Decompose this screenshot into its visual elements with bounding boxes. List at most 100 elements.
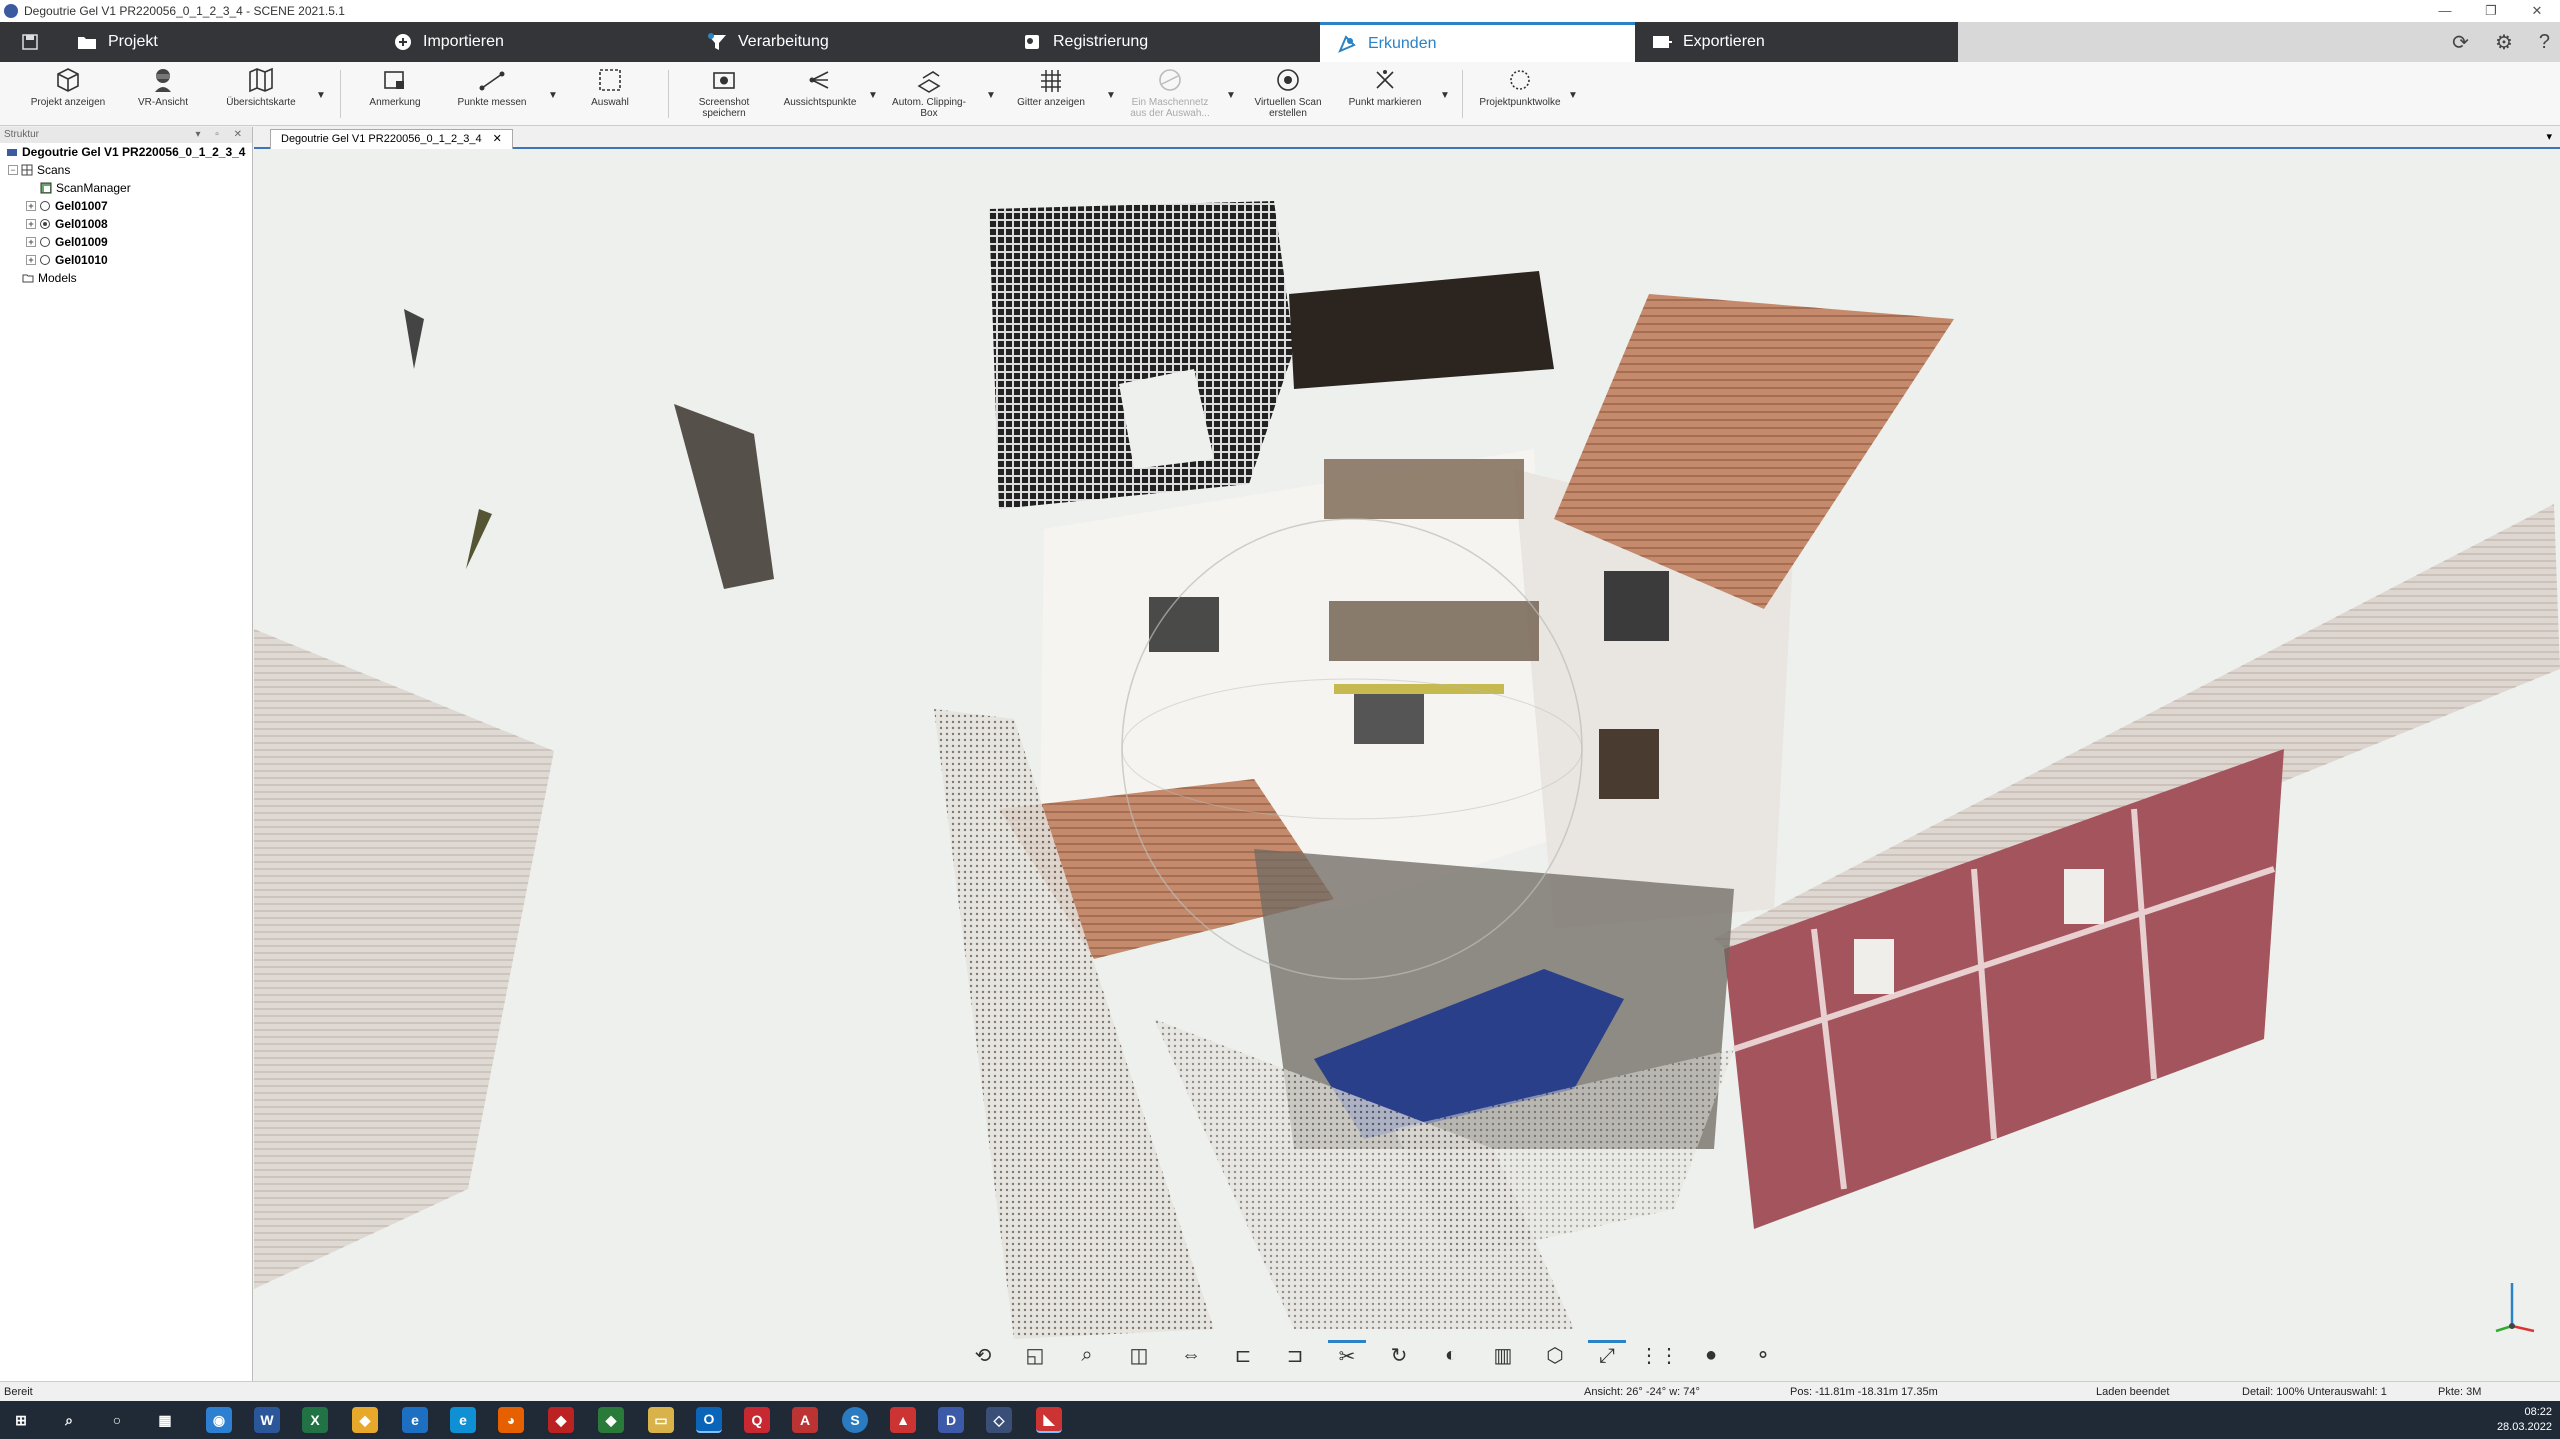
projektpunktwolke-dropdown[interactable]: ▼: [1568, 90, 1578, 101]
excel-icon[interactable]: X: [302, 1407, 328, 1433]
scene-taskbar-icon[interactable]: ◣: [1036, 1407, 1062, 1433]
file-explorer-icon[interactable]: ▭: [648, 1407, 674, 1433]
edge-icon[interactable]: e: [450, 1407, 476, 1433]
maschennetz-button[interactable]: Ein Maschennetz aus der Auswah...: [1124, 66, 1216, 119]
word-icon[interactable]: W: [254, 1407, 280, 1433]
screenshot-speichern-button[interactable]: Screenshot speichern: [684, 66, 764, 119]
rotate-view-icon[interactable]: ↻: [1380, 1340, 1418, 1370]
anmerkung-button[interactable]: Anmerkung: [360, 66, 430, 108]
firefox-icon[interactable]: ◕: [498, 1407, 524, 1433]
virtual-scan-icon: [1277, 69, 1299, 91]
expand-toggle[interactable]: +: [26, 219, 36, 229]
grid-points-icon[interactable]: ⋮⋮: [1639, 1340, 1679, 1370]
tree-root[interactable]: Degoutrie Gel V1 PR220056_0_1_2_3_4: [0, 143, 252, 161]
projektpunktwolke-button[interactable]: Projektpunktwolke: [1472, 66, 1568, 108]
quick-save-button[interactable]: [0, 22, 60, 62]
point-cloud-scene[interactable]: [254, 149, 2560, 1381]
point-cloud-viewport[interactable]: ⟲ ◱ ⌕ ◫ ⇔ ⊏ ⊐ ✂ ↻ ◐ ▥ ⬡ ⤢ ⋮⋮ ● ⚬: [254, 149, 2560, 1381]
clipping-box-button[interactable]: Autom. Clipping- Box: [886, 66, 972, 119]
clipping-icon[interactable]: ✂: [1328, 1340, 1366, 1370]
clipping-box-dropdown[interactable]: ▼: [986, 90, 996, 101]
uebersichtskarte-dropdown[interactable]: ▼: [316, 90, 326, 101]
document-tab[interactable]: Degoutrie Gel V1 PR220056_0_1_2_3_4 ✕: [270, 129, 513, 149]
gear-icon[interactable]: ⚙: [2495, 30, 2513, 55]
outlook-icon[interactable]: O: [696, 1407, 722, 1433]
structure-panel: Struktur ▾ ▫ ✕ Degoutrie Gel V1 PR220056…: [0, 127, 253, 1381]
tab-exportieren[interactable]: Exportieren: [1635, 22, 1955, 62]
tree-item-scan[interactable]: + Gel01010: [0, 251, 252, 269]
app-icon[interactable]: ◆: [598, 1407, 624, 1433]
tab-menu-button[interactable]: ▾: [2546, 130, 2552, 143]
uebersichtskarte-button[interactable]: Übersichtskarte: [218, 66, 304, 108]
vr-ansicht-button[interactable]: VR-Ansicht: [128, 66, 198, 108]
panel-controls[interactable]: ▾ ▫ ✕: [196, 127, 249, 143]
app-icon[interactable]: Q: [744, 1407, 770, 1433]
app-icon[interactable]: ◇: [986, 1407, 1012, 1433]
zoom-icon[interactable]: ⌕: [1068, 1340, 1106, 1370]
minimize-button[interactable]: —: [2422, 0, 2468, 22]
punkte-messen-button[interactable]: Punkte messen: [446, 66, 538, 108]
collapse-toggle[interactable]: −: [8, 165, 18, 175]
task-view-icon[interactable]: ▦: [152, 1407, 178, 1433]
close-tab-icon[interactable]: ✕: [493, 133, 502, 145]
tab-label: Exportieren: [1683, 33, 1765, 50]
view-cube-icon[interactable]: ◱: [1016, 1340, 1054, 1370]
restore-button[interactable]: ❐: [2468, 0, 2514, 22]
tab-verarbeitung[interactable]: Verarbeitung: [690, 22, 1005, 62]
aussichtspunkte-button[interactable]: Aussichtspunkte: [776, 66, 864, 108]
expand-toggle[interactable]: +: [26, 237, 36, 247]
split-view-icon[interactable]: ◐: [1432, 1340, 1470, 1370]
gitter-anzeigen-button[interactable]: Gitter anzeigen: [1008, 66, 1094, 108]
tab-registrierung[interactable]: Registrierung: [1005, 22, 1320, 62]
pdf-icon[interactable]: A: [792, 1407, 818, 1433]
punkt-markieren-button[interactable]: Punkt markieren: [1340, 66, 1430, 108]
skype-icon[interactable]: S: [842, 1407, 868, 1433]
maschennetz-dropdown[interactable]: ▼: [1226, 90, 1236, 101]
windows-start-icon[interactable]: ⊞: [8, 1407, 34, 1433]
close-button[interactable]: ✕: [2514, 0, 2560, 22]
color-mode-icon[interactable]: ●: [1692, 1340, 1730, 1370]
internet-explorer-icon[interactable]: e: [402, 1407, 428, 1433]
tree-item-models[interactable]: Models: [0, 269, 252, 287]
expand-toggle[interactable]: +: [26, 201, 36, 211]
tree-item-scan[interactable]: + Gel01008: [0, 215, 252, 233]
orbit-mode-icon[interactable]: ⟲: [964, 1340, 1002, 1370]
tab-erkunden[interactable]: Erkunden: [1320, 22, 1635, 62]
scan-active-icon: [40, 219, 50, 229]
punkt-markieren-dropdown[interactable]: ▼: [1440, 90, 1450, 101]
tree-item-scans[interactable]: − Scans: [0, 161, 252, 179]
walk-mode-icon[interactable]: ⇔: [1172, 1340, 1210, 1370]
tree-item-scan[interactable]: + Gel01009: [0, 233, 252, 251]
render-mode-icon[interactable]: ⚬: [1744, 1340, 1782, 1370]
window-title: Degoutrie Gel V1 PR220056_0_1_2_3_4 - SC…: [24, 4, 345, 18]
gitter-dropdown[interactable]: ▼: [1106, 90, 1116, 101]
app-icon[interactable]: ◆: [352, 1407, 378, 1433]
section-view-icon[interactable]: ⊐: [1276, 1340, 1314, 1370]
app-icon[interactable]: ▲: [890, 1407, 916, 1433]
system-clock[interactable]: 08:22 28.03.2022: [2497, 1405, 2552, 1435]
cortana-icon[interactable]: ○: [104, 1407, 130, 1433]
sync-icon[interactable]: ⟳: [2452, 30, 2469, 55]
help-icon[interactable]: ?: [2539, 31, 2550, 54]
search-icon[interactable]: ⌕: [56, 1407, 82, 1433]
fit-view-icon[interactable]: ⤢: [1588, 1340, 1626, 1370]
projekt-anzeigen-button[interactable]: Projekt anzeigen: [24, 66, 112, 108]
tab-projekt[interactable]: Projekt: [60, 22, 375, 62]
app-icon[interactable]: ◉: [206, 1407, 232, 1433]
expand-toggle[interactable]: +: [26, 255, 36, 265]
punkte-messen-dropdown[interactable]: ▼: [548, 90, 558, 101]
app-icon[interactable]: D: [938, 1407, 964, 1433]
app-icon[interactable]: ◆: [548, 1407, 574, 1433]
tree-item-scanmanager[interactable]: ScanManager: [0, 179, 252, 197]
box-icon[interactable]: ⬡: [1536, 1340, 1574, 1370]
aussichtspunkte-dropdown[interactable]: ▼: [868, 90, 878, 101]
tab-importieren[interactable]: Importieren: [375, 22, 690, 62]
toolbar-separator: [340, 70, 341, 118]
auswahl-button[interactable]: Auswahl: [580, 66, 640, 108]
projection-icon[interactable]: ◫: [1120, 1340, 1158, 1370]
virtuellen-scan-button[interactable]: Virtuellen Scan erstellen: [1244, 66, 1332, 119]
import-icon: [395, 34, 411, 50]
tree-item-scan[interactable]: + Gel01007: [0, 197, 252, 215]
plan-view-icon[interactable]: ⊏: [1224, 1340, 1262, 1370]
columns-icon[interactable]: ▥: [1484, 1340, 1522, 1370]
